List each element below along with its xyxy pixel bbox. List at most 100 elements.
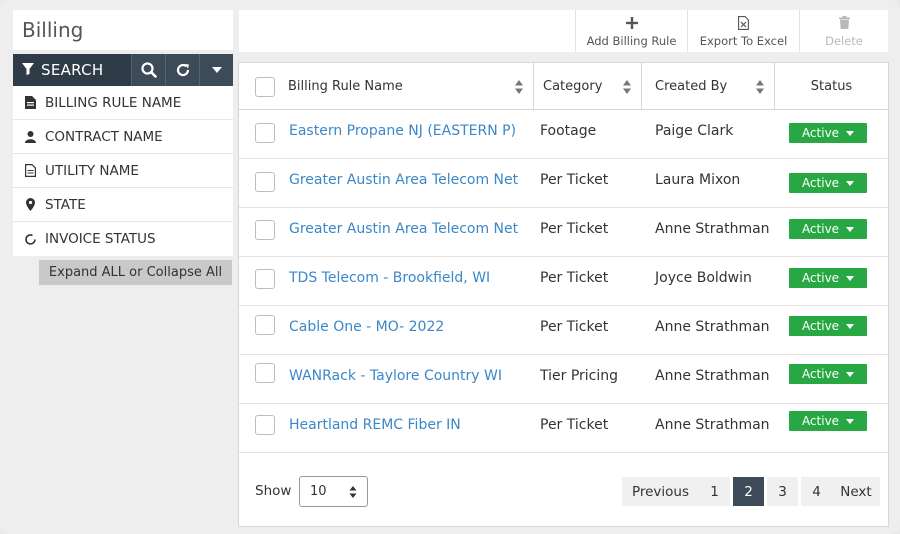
filter-label: INVOICE STATUS (45, 231, 156, 247)
row-checkbox[interactable] (255, 315, 275, 335)
page-title-box: Billing (13, 10, 233, 50)
row-checkbox[interactable] (255, 123, 275, 143)
status-dropdown[interactable]: Active (789, 316, 867, 336)
show-label: Show (255, 483, 292, 499)
column-header-label: Status (810, 79, 853, 94)
expand-collapse-button[interactable]: Expand ALL or Collapse All (39, 260, 232, 285)
created-by-cell: Anne Strathman (655, 417, 770, 433)
search-toggle[interactable]: SEARCH (13, 54, 131, 86)
filter-utility-name[interactable]: UTILITY NAME (13, 154, 233, 188)
select-arrows-icon (349, 486, 357, 498)
page-2-button[interactable]: 2 (733, 477, 764, 506)
filter-label: STATE (45, 196, 86, 213)
category-cell: Footage (540, 123, 597, 139)
filter-label: BILLING RULE NAME (45, 94, 182, 111)
status-label: Active (801, 176, 840, 190)
sort-icon (756, 80, 764, 94)
filter-list: BILLING RULE NAME CONTRACT NAME UTILITY … (13, 86, 233, 256)
category-cell: Per Ticket (540, 172, 609, 188)
search-icon (140, 62, 157, 78)
column-header-label: Billing Rule Name (288, 79, 403, 94)
filter-billing-rule-name[interactable]: BILLING RULE NAME (13, 86, 233, 120)
billing-rule-link[interactable]: Heartland REMC Fiber IN (289, 404, 461, 446)
user-icon (23, 130, 37, 144)
filter-state[interactable]: STATE (13, 188, 233, 222)
created-by-cell: Joyce Boldwin (655, 270, 752, 286)
select-all-cell (239, 63, 277, 110)
filter-invoice-status[interactable]: INVOICE STATUS (13, 222, 233, 256)
category-cell: Per Ticket (540, 319, 609, 335)
table-row: TDS Telecom - Brookfield, WI Per Ticket … (239, 257, 888, 306)
document-outline-icon (23, 164, 37, 178)
page-1-button[interactable]: 1 (699, 477, 730, 506)
search-button[interactable] (131, 54, 165, 86)
status-label: Active (801, 271, 840, 285)
select-all-checkbox[interactable] (255, 76, 275, 97)
previous-page-button[interactable]: Previous (622, 477, 699, 506)
created-by-cell: Laura Mixon (655, 172, 741, 188)
caret-down-icon (211, 67, 222, 73)
row-checkbox[interactable] (255, 269, 275, 289)
add-billing-rule-label: Add Billing Rule (586, 33, 677, 48)
page-3-button[interactable]: 3 (767, 477, 798, 506)
table-row: Cable One - MO- 2022 Per Ticket Anne Str… (239, 306, 888, 355)
row-checkbox[interactable] (255, 172, 275, 192)
filter-label: CONTRACT NAME (45, 128, 163, 145)
filter-label: UTILITY NAME (45, 162, 139, 179)
page-size-value: 10 (310, 484, 327, 499)
billing-rule-link[interactable]: TDS Telecom - Brookfield, WI (289, 257, 490, 299)
created-by-cell: Anne Strathman (655, 221, 770, 237)
reset-button[interactable] (165, 54, 199, 86)
billing-rule-link[interactable]: Eastern Propane NJ (EASTERN P) (289, 110, 516, 152)
status-label: Active (801, 222, 840, 236)
caret-down-icon (846, 180, 855, 186)
status-dropdown[interactable]: Active (789, 268, 867, 288)
table-row: Greater Austin Area Telecom Net Per Tick… (239, 159, 888, 208)
status-dropdown[interactable]: Active (789, 173, 867, 193)
status-dropdown[interactable]: Active (789, 123, 867, 143)
sort-icon (515, 80, 523, 94)
row-checkbox[interactable] (255, 363, 275, 383)
created-by-cell: Paige Clark (655, 123, 734, 139)
column-header-category[interactable]: Category (534, 63, 642, 110)
sort-icon (623, 80, 631, 94)
page-4-button[interactable]: 4 (801, 477, 832, 506)
billing-rule-link[interactable]: Cable One - MO- 2022 (289, 306, 444, 348)
status-dropdown[interactable]: Active (789, 364, 867, 384)
page-title: Billing (22, 18, 84, 42)
column-header-name[interactable]: Billing Rule Name (277, 63, 534, 110)
category-cell: Per Ticket (540, 221, 609, 237)
table-row: Eastern Propane NJ (EASTERN P) Footage P… (239, 110, 888, 159)
column-header-created-by[interactable]: Created By (642, 63, 775, 110)
table-header: Billing Rule Name Category Created By St… (239, 63, 888, 110)
billing-rule-link[interactable]: WANRack - Taylore Country WI (289, 355, 502, 397)
row-checkbox[interactable] (255, 415, 275, 435)
next-page-button[interactable]: Next (832, 477, 880, 506)
circle-refresh-icon (23, 232, 37, 246)
page-size-select[interactable]: 10 (299, 476, 368, 507)
export-excel-button[interactable]: Export To Excel (687, 10, 799, 52)
status-dropdown[interactable]: Active (789, 411, 867, 431)
refresh-icon (176, 63, 189, 77)
table-row: Greater Austin Area Telecom Net Per Tick… (239, 208, 888, 257)
category-cell: Per Ticket (540, 417, 609, 433)
map-pin-icon (23, 198, 37, 212)
column-header-label: Created By (655, 79, 728, 94)
column-header-label: Category (543, 79, 603, 94)
search-options-button[interactable] (199, 54, 233, 86)
add-billing-rule-button[interactable]: Add Billing Rule (575, 10, 687, 52)
billing-rule-link[interactable]: Greater Austin Area Telecom Net (289, 208, 518, 250)
billing-rule-link[interactable]: Greater Austin Area Telecom Net (289, 159, 518, 201)
table-row: Heartland REMC Fiber IN Per Ticket Anne … (239, 404, 888, 453)
created-by-cell: Anne Strathman (655, 368, 770, 384)
caret-down-icon (846, 275, 855, 281)
trash-icon (838, 15, 850, 31)
status-dropdown[interactable]: Active (789, 219, 867, 239)
status-label: Active (801, 319, 840, 333)
filter-icon (21, 61, 35, 80)
delete-button[interactable]: Delete (799, 10, 888, 52)
toolbar: Add Billing Rule Export To Excel Delete (239, 10, 888, 52)
row-checkbox[interactable] (255, 220, 275, 240)
status-label: Active (801, 414, 840, 428)
filter-contract-name[interactable]: CONTRACT NAME (13, 120, 233, 154)
